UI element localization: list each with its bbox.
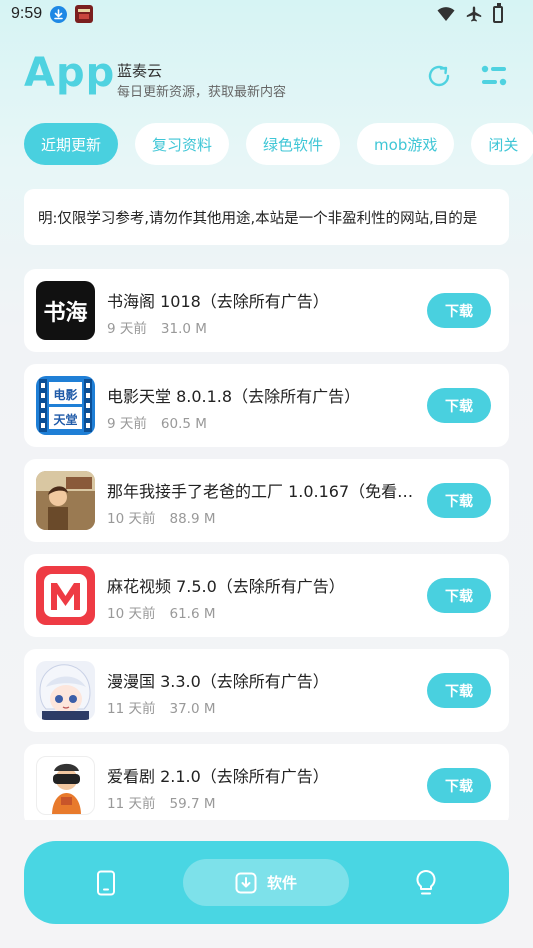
- nav-software-label: 软件: [266, 874, 297, 892]
- list-item[interactable]: 漫漫国 3.3.0（去除所有广告） 11 天前 37.0 M 下载: [24, 649, 509, 732]
- status-time: 9:59: [11, 5, 43, 22]
- game-notification-icon: [75, 5, 93, 23]
- download-button[interactable]: 下载: [427, 293, 491, 328]
- tab-recent-updates[interactable]: 近期更新: [24, 123, 119, 165]
- app-meta: 11 天前 37.0 M: [107, 697, 215, 717]
- app-size: 88.9 M: [169, 511, 216, 527]
- app-meta: 10 天前 88.9 M: [107, 507, 215, 527]
- app-meta: 11 天前 59.7 M: [107, 792, 215, 812]
- download-button[interactable]: 下载: [427, 483, 491, 518]
- movie-heaven-icon: 电影 天堂: [36, 376, 95, 435]
- mahua-icon: [36, 566, 95, 625]
- download-notification-icon: [50, 6, 67, 23]
- list-item[interactable]: 那年我接手了老爸的工厂 1.0.167（免看广告） 10 天前 88.9 M 下载: [24, 459, 509, 542]
- app-logo: App: [24, 50, 116, 96]
- tab-study-materials[interactable]: 复习资料: [135, 123, 230, 165]
- refresh-icon[interactable]: [425, 62, 453, 90]
- list-item[interactable]: 爱看剧 2.1.0（去除所有广告） 11 天前 59.7 M 下载: [24, 744, 509, 827]
- list-item[interactable]: 书海 书海阁 1018（去除所有广告） 9 天前 31.0 M 下载: [24, 269, 509, 352]
- download-box-icon: [235, 872, 257, 893]
- app-name: 麻花视频 7.5.0（去除所有广告）: [107, 577, 345, 596]
- app-size: 60.5 M: [160, 416, 207, 432]
- svg-text:天堂: 天堂: [53, 412, 77, 427]
- app-name: 书海阁 1018（去除所有广告）: [107, 292, 329, 311]
- factory-game-icon: [36, 471, 95, 530]
- phone-icon[interactable]: [94, 870, 118, 896]
- site-subtitle: 每日更新资源，获取最新内容: [117, 85, 287, 100]
- app-age: 9 天前: [107, 416, 147, 432]
- category-tabs: 近期更新 复习资料 绿色软件 mob游戏 闭关: [24, 123, 533, 165]
- download-button[interactable]: 下载: [427, 578, 491, 613]
- battery-icon: [493, 2, 503, 23]
- app-age: 11 天前: [107, 701, 156, 717]
- svg-text:书海: 书海: [43, 300, 87, 326]
- wifi-icon: [437, 7, 455, 21]
- vr-character-icon: [36, 756, 95, 815]
- app-age: 9 天前: [107, 321, 147, 337]
- nav-software-button[interactable]: 软件: [183, 859, 349, 906]
- status-icons: [437, 2, 503, 23]
- app-name: 那年我接手了老爸的工厂 1.0.167（免看广告）: [107, 482, 417, 501]
- app-meta: 10 天前 61.6 M: [107, 602, 215, 622]
- app-age: 11 天前: [107, 796, 156, 812]
- download-button[interactable]: 下载: [427, 673, 491, 708]
- download-button[interactable]: 下载: [427, 768, 491, 803]
- tab-mob-games[interactable]: mob游戏: [357, 123, 455, 165]
- bulb-icon[interactable]: [413, 869, 439, 897]
- app-size: 59.7 M: [169, 796, 216, 812]
- airplane-icon: [466, 6, 482, 22]
- app-size: 37.0 M: [169, 701, 216, 717]
- svg-text:电影: 电影: [53, 387, 77, 402]
- bottom-nav: 软件: [24, 841, 509, 924]
- app-age: 10 天前: [107, 606, 156, 622]
- notice-text: 明:仅限学习参考,请勿作其他用途,本站是一个非盈利性的网站,目的是: [38, 211, 478, 227]
- list-item[interactable]: 电影 天堂 电影天堂 8.0.1.8（去除所有广告） 9 天前 60.5 M 下载: [24, 364, 509, 447]
- notice-banner: 明:仅限学习参考,请勿作其他用途,本站是一个非盈利性的网站,目的是: [24, 189, 509, 245]
- shuhai-icon: 书海: [36, 281, 95, 340]
- status-bar: 9:59: [0, 0, 533, 30]
- tab-green-software[interactable]: 绿色软件: [246, 123, 341, 165]
- tab-closed[interactable]: 闭关: [471, 123, 533, 165]
- download-button[interactable]: 下载: [427, 388, 491, 423]
- app-name: 爱看剧 2.1.0（去除所有广告）: [107, 767, 329, 786]
- app-size: 31.0 M: [160, 321, 207, 337]
- app-list: 书海 书海阁 1018（去除所有广告） 9 天前 31.0 M 下载 电影 天堂 …: [24, 269, 509, 839]
- menu-icon[interactable]: [480, 62, 508, 90]
- app-age: 10 天前: [107, 511, 156, 527]
- app-meta: 9 天前 60.5 M: [107, 412, 207, 432]
- app-name: 电影天堂 8.0.1.8（去除所有广告）: [107, 387, 361, 406]
- app-meta: 9 天前 31.0 M: [107, 317, 207, 337]
- app-size: 61.6 M: [169, 606, 216, 622]
- list-item[interactable]: 麻花视频 7.5.0（去除所有广告） 10 天前 61.6 M 下载: [24, 554, 509, 637]
- site-name: 蓝奏云: [117, 62, 163, 80]
- anime-girl-icon: [36, 661, 95, 720]
- app-name: 漫漫国 3.3.0（去除所有广告）: [107, 672, 329, 691]
